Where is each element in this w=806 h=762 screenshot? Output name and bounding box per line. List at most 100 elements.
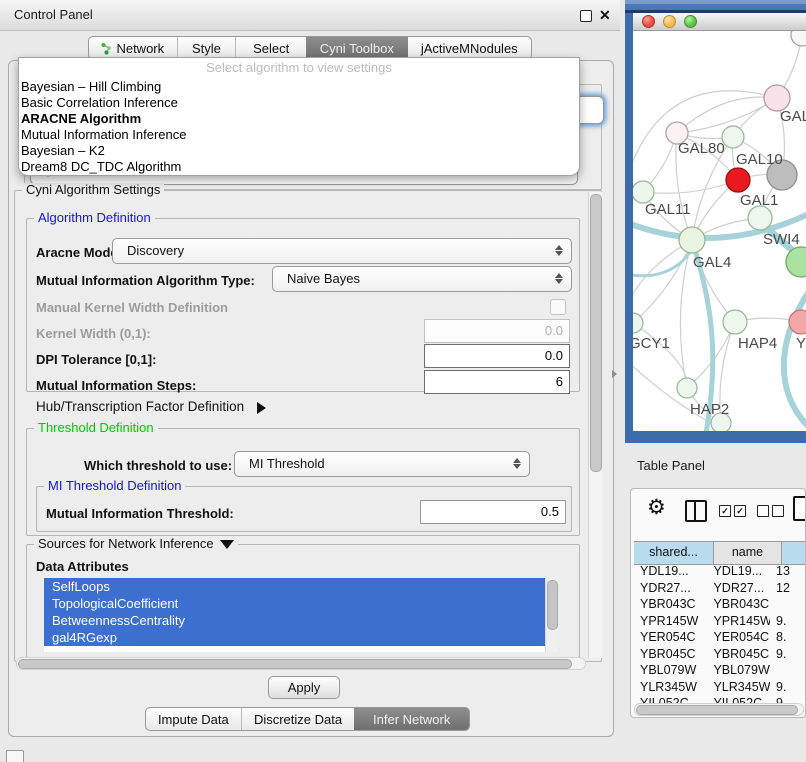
tab-select[interactable]: Select bbox=[235, 37, 306, 59]
divider-handle-icon[interactable] bbox=[612, 370, 617, 378]
minimize-window-icon[interactable] bbox=[663, 15, 676, 28]
network-node-gal4[interactable] bbox=[679, 227, 705, 253]
hub-definition-expander[interactable]: Hub/Transcription Factor Definition bbox=[36, 399, 266, 414]
checked-box-icon[interactable]: ✓ bbox=[734, 505, 746, 517]
network-node-gal11[interactable] bbox=[633, 181, 654, 203]
node-label: GAL bbox=[780, 108, 806, 125]
algorithm-option-list: Bayesian – Hill ClimbingBasic Correlatio… bbox=[19, 79, 579, 175]
bottom-tab-infer-network[interactable]: Infer Network bbox=[354, 708, 469, 730]
network-node-swi4[interactable] bbox=[748, 206, 772, 230]
algorithm-definition-legend: Algorithm Definition bbox=[34, 211, 155, 225]
settings-vertical-scrollbar[interactable] bbox=[588, 192, 602, 658]
network-node-gal10[interactable] bbox=[722, 126, 744, 148]
data-attributes-list[interactable]: SelfLoopsTopologicalCoefficientBetweenne… bbox=[44, 578, 558, 652]
dpi-tolerance-label: DPI Tolerance [0,1]: bbox=[36, 352, 156, 367]
which-threshold-combobox[interactable]: MI Threshold bbox=[234, 451, 530, 477]
table-row[interactable]: YDR27...YDR27...12 bbox=[634, 580, 806, 597]
algorithm-option-aracne-algorithm[interactable]: ARACNE Algorithm bbox=[19, 111, 579, 127]
node-label: GAL4 bbox=[693, 254, 731, 271]
expand-right-icon bbox=[257, 402, 266, 414]
gear-icon[interactable]: ⚙ bbox=[647, 495, 666, 520]
mi-steps-label: Mutual Information Steps: bbox=[36, 378, 196, 393]
unchecked-box-icon[interactable] bbox=[757, 505, 769, 517]
network-edge-highlighted bbox=[633, 252, 690, 276]
aracne-mode-value: Discovery bbox=[127, 239, 184, 262]
table-row[interactable]: YDL19...YDL19...13 bbox=[634, 563, 806, 580]
tab-style[interactable]: Style bbox=[177, 37, 236, 59]
document-icon[interactable] bbox=[793, 496, 806, 521]
close-icon[interactable]: ✕ bbox=[599, 4, 611, 26]
control-panel-titlebar: Control Panel ✕ bbox=[0, 0, 620, 31]
table-body[interactable]: YDL19...YDL19...13YDR27...YDR27...12YBR0… bbox=[634, 563, 806, 703]
network-node-y[interactable] bbox=[789, 310, 806, 334]
aracne-mode-combobox[interactable]: Discovery bbox=[112, 238, 572, 264]
unchecked-box-icon[interactable] bbox=[772, 505, 784, 517]
table-row[interactable]: YIL052CYIL052C9. bbox=[634, 695, 806, 703]
checked-box-icon[interactable]: ✓ bbox=[719, 505, 731, 517]
data-attributes-label: Data Attributes bbox=[36, 559, 129, 574]
mi-algorithm-type-combobox[interactable]: Naive Bayes bbox=[272, 266, 572, 292]
table-header-row[interactable]: shared...name bbox=[634, 541, 806, 565]
combo-stepper-icon bbox=[513, 456, 522, 471]
algorithm-option-mutual-information-inference[interactable]: Mutual Information Inference bbox=[19, 127, 579, 143]
mi-algorithm-type-value: Naive Bayes bbox=[287, 267, 360, 290]
network-node-hap4[interactable] bbox=[723, 310, 747, 334]
attributes-scrollbar-thumb[interactable] bbox=[547, 580, 558, 630]
control-panel-title: Control Panel bbox=[14, 0, 93, 30]
network-canvas[interactable]: GALGAL80GAL10GAL1GAL11SWI4GAL4GCY1HAP4YH… bbox=[633, 31, 806, 431]
table-cell: YER054C bbox=[707, 629, 770, 646]
network-window-titlebar[interactable] bbox=[633, 13, 806, 31]
settings-hscrollbar-thumb[interactable] bbox=[18, 659, 572, 669]
settings-horizontal-scrollbar[interactable] bbox=[16, 657, 586, 670]
node-label: GCY1 bbox=[633, 335, 670, 352]
attribute-item-gal4rgexp[interactable]: gal4RGexp bbox=[44, 629, 558, 646]
float-window-icon[interactable] bbox=[580, 10, 592, 22]
table-cell: YLR345W bbox=[707, 679, 770, 696]
mi-steps-field[interactable]: 6 bbox=[424, 370, 570, 394]
algorithm-option-bayesian-k2[interactable]: Bayesian – K2 bbox=[19, 143, 579, 159]
table-row[interactable]: YBL079WYBL079W bbox=[634, 662, 806, 679]
algorithm-option-bayesian-hill-climbing[interactable]: Bayesian – Hill Climbing bbox=[19, 79, 579, 95]
node-label: GAL80 bbox=[678, 140, 725, 157]
attributes-vertical-scrollbar[interactable] bbox=[545, 578, 558, 652]
settings-scrollbar-thumb[interactable] bbox=[590, 194, 602, 472]
network-node-gal1[interactable] bbox=[726, 168, 750, 192]
kernel-width-field[interactable]: 0.0 bbox=[424, 319, 570, 343]
column-header-2[interactable] bbox=[782, 542, 806, 564]
attribute-item-betweennesscentrality[interactable]: BetweennessCentrality bbox=[44, 612, 558, 629]
tab-network[interactable]: Network bbox=[89, 37, 177, 59]
table-row[interactable]: YPR145WYPR145W9. bbox=[634, 613, 806, 630]
dpi-tolerance-field[interactable]: 0.0 bbox=[424, 344, 570, 368]
zoom-window-icon[interactable] bbox=[684, 15, 697, 28]
tab-jactivemnodules[interactable]: jActiveMNodules bbox=[408, 37, 531, 59]
table-row[interactable]: YBR043CYBR043C bbox=[634, 596, 806, 613]
tab-cyni-toolbox[interactable]: Cyni Toolbox bbox=[306, 37, 408, 59]
close-window-icon[interactable] bbox=[642, 15, 655, 28]
mutual-information-threshold-field[interactable]: 0.5 bbox=[420, 500, 566, 524]
node-label: GAL10 bbox=[736, 151, 783, 168]
node-label: GAL1 bbox=[740, 192, 778, 209]
split-columns-icon[interactable] bbox=[685, 500, 707, 522]
minimized-panel-icon[interactable] bbox=[6, 750, 24, 762]
algorithm-option-dream8-dc-tdc-algorithm[interactable]: Dream8 DC_TDC Algorithm bbox=[19, 159, 579, 175]
tab-label: Select bbox=[253, 41, 289, 56]
bottom-tab-discretize-data[interactable]: Discretize Data bbox=[241, 708, 355, 730]
attribute-item-selfloops[interactable]: SelfLoops bbox=[44, 578, 558, 595]
network-node[interactable] bbox=[791, 31, 806, 46]
table-row[interactable]: YER054CYER054C8. bbox=[634, 629, 806, 646]
table-hscrollbar-thumb[interactable] bbox=[636, 705, 798, 715]
column-header-name[interactable]: name bbox=[714, 542, 782, 564]
attribute-item-topologicalcoefficient[interactable]: TopologicalCoefficient bbox=[44, 595, 558, 612]
manual-kernel-width-checkbox[interactable] bbox=[550, 299, 566, 315]
table-cell: 9. bbox=[770, 646, 806, 663]
network-node-hap2[interactable] bbox=[677, 378, 697, 398]
table-cell: YDR27... bbox=[634, 580, 707, 597]
algorithm-option-basic-correlation-inference[interactable]: Basic Correlation Inference bbox=[19, 95, 579, 111]
column-header-shared-[interactable]: shared... bbox=[634, 542, 714, 564]
bottom-tab-impute-data[interactable]: Impute Data bbox=[146, 708, 241, 730]
table-row[interactable]: YBR045CYBR045C9. bbox=[634, 646, 806, 663]
apply-button[interactable]: Apply bbox=[268, 676, 340, 699]
table-horizontal-scrollbar[interactable] bbox=[634, 703, 804, 716]
table-row[interactable]: YLR345WYLR345W9. bbox=[634, 679, 806, 696]
network-edge bbox=[633, 323, 687, 388]
